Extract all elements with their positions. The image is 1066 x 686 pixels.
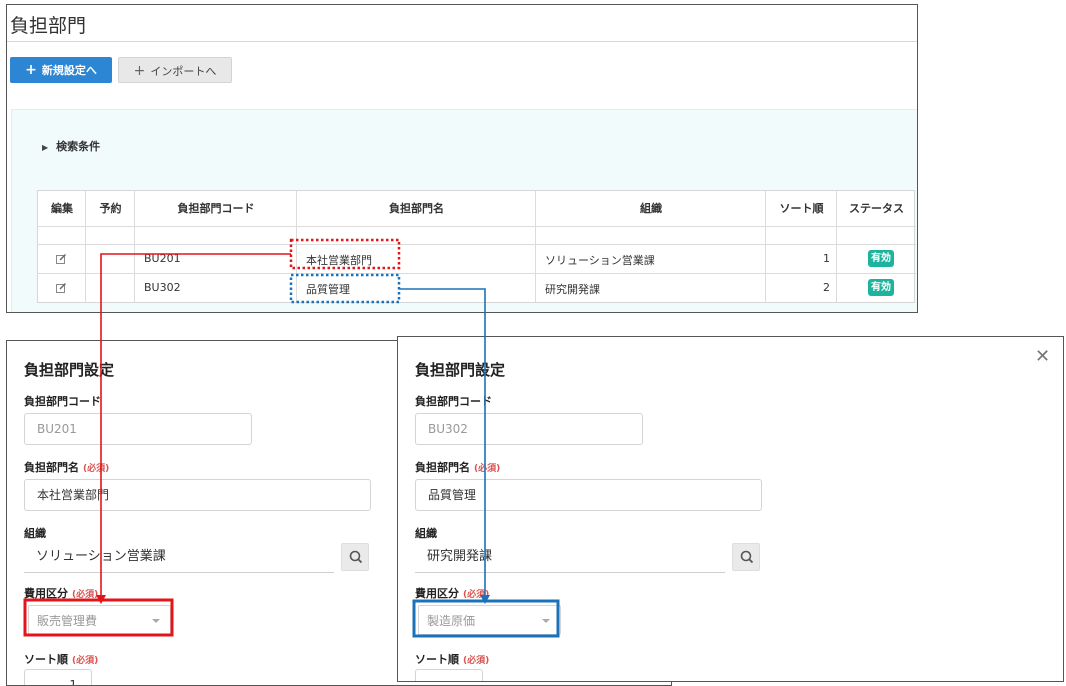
code-field: BU302 xyxy=(415,413,643,445)
header-reserve[interactable]: 予約 xyxy=(86,191,135,226)
name-label-text: 負担部門名 xyxy=(415,461,470,474)
sort-label: ソート順 (必須) xyxy=(24,651,98,667)
row-divider xyxy=(38,273,916,274)
row-sort: 1 xyxy=(823,252,830,265)
required-mark: (必須) xyxy=(83,464,110,474)
header-divider xyxy=(38,226,916,227)
header-org[interactable]: 組織 xyxy=(536,191,766,226)
cost-category-label-text: 費用区分 xyxy=(415,587,459,600)
sort-label-text: ソート順 xyxy=(24,653,68,666)
row-org: 研究開発課 xyxy=(545,283,600,296)
header-edit[interactable]: 編集 xyxy=(38,191,86,226)
header-name[interactable]: 負担部門名 xyxy=(297,191,536,226)
row-divider xyxy=(38,244,916,245)
name-label: 負担部門名 (必須) xyxy=(24,459,109,475)
required-mark: (必須) xyxy=(463,656,490,666)
header-sort[interactable]: ソート順 xyxy=(766,191,837,226)
dialog-title: 負担部門設定 xyxy=(24,361,115,379)
code-label: 負担部門コード xyxy=(24,395,101,408)
row-name: 品質管理 xyxy=(306,283,350,296)
import-label: インポートへ xyxy=(150,65,217,78)
sort-input[interactable]: 1 xyxy=(24,669,92,685)
sort-label-text: ソート順 xyxy=(415,653,459,666)
cost-category-select[interactable]: 販売管理費 xyxy=(28,605,171,635)
required-mark: (必須) xyxy=(72,590,99,600)
org-search-button[interactable] xyxy=(341,543,369,571)
org-label: 組織 xyxy=(24,527,46,540)
code-field: BU201 xyxy=(24,413,252,445)
edit-icon[interactable] xyxy=(56,283,67,293)
search-icon xyxy=(349,550,363,564)
sort-label: ソート順 (必須) xyxy=(415,651,489,667)
edit-icon[interactable] xyxy=(56,254,67,264)
name-label-text: 負担部門名 xyxy=(24,461,79,474)
sort-input[interactable] xyxy=(415,669,483,681)
code-label: 負担部門コード xyxy=(415,395,492,408)
plus-icon: + xyxy=(133,63,146,79)
org-label: 組織 xyxy=(415,527,437,540)
dialog-title: 負担部門設定 xyxy=(415,361,506,379)
cost-category-label: 費用区分 (必須) xyxy=(24,585,98,601)
new-setting-label: 新規設定へ xyxy=(41,64,97,77)
department-table: 編集 予約 負担部門コード 負担部門名 組織 ソート順 ステータス BU201 … xyxy=(37,190,916,303)
header-code[interactable]: 負担部門コード xyxy=(135,191,297,226)
required-mark: (必須) xyxy=(474,464,501,474)
search-icon xyxy=(740,550,754,564)
status-badge: 有効 xyxy=(868,250,894,267)
row-name: 本社営業部門 xyxy=(306,254,372,267)
row-code: BU201 xyxy=(144,252,181,265)
org-input[interactable]: 研究開発課 xyxy=(415,543,725,573)
cost-category-label: 費用区分 (必須) xyxy=(415,585,489,601)
page-title: 負担部門 xyxy=(10,15,87,37)
cost-department-list-window: 負担部門 + 新規設定へ + インポートへ ▶ 検索条件 編集 予約 負担部門コード … xyxy=(6,4,918,313)
name-input[interactable]: 本社営業部門 xyxy=(24,479,371,511)
name-label: 負担部門名 (必須) xyxy=(415,459,500,475)
chevron-down-icon xyxy=(152,619,160,623)
cost-category-value: 製造原価 xyxy=(427,614,476,628)
required-mark: (必須) xyxy=(72,656,99,666)
title-divider xyxy=(7,41,917,42)
name-input[interactable]: 品質管理 xyxy=(415,479,762,511)
chevron-down-icon xyxy=(542,619,550,623)
cost-category-value: 販売管理費 xyxy=(37,614,98,628)
cost-category-label-text: 費用区分 xyxy=(24,587,68,600)
org-search-button[interactable] xyxy=(732,543,760,571)
new-setting-button[interactable]: + 新規設定へ xyxy=(10,57,112,83)
close-icon[interactable]: ✕ xyxy=(1035,346,1050,367)
org-input[interactable]: ソリューション営業課 xyxy=(24,543,334,573)
status-badge: 有効 xyxy=(868,279,894,296)
search-conditions-toggle[interactable]: ▶ 検索条件 xyxy=(42,138,100,154)
plus-icon: + xyxy=(25,62,37,78)
search-conditions-label: 検索条件 xyxy=(56,140,101,153)
row-sort: 2 xyxy=(823,281,830,294)
row-code: BU302 xyxy=(144,281,181,294)
row-org: ソリューション営業課 xyxy=(545,254,655,267)
cost-category-select[interactable]: 製造原価 xyxy=(418,605,561,635)
required-mark: (必須) xyxy=(463,590,490,600)
setting-dialog-bu302: ✕ 負担部門設定 負担部門コード BU302 負担部門名 (必須) 品質管理 組織… xyxy=(397,336,1064,682)
caret-right-icon: ▶ xyxy=(42,143,49,152)
import-button[interactable]: + インポートへ xyxy=(118,57,232,83)
header-status[interactable]: ステータス xyxy=(837,191,916,226)
